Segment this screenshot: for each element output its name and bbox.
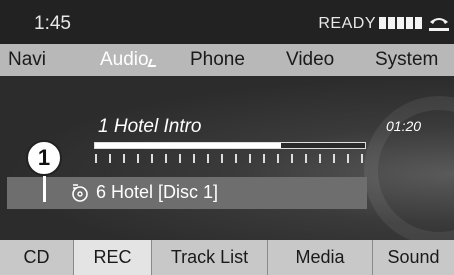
track-title: 1 Hotel Intro [98,116,202,137]
progress-tick [95,154,97,163]
progress-fill [95,143,282,148]
progress-ticks [95,154,367,164]
progress-tick [277,154,279,163]
progress-tick [137,154,139,163]
progress-tick [347,154,349,163]
progress-tick [291,154,293,163]
callout-number: 1 [37,145,51,170]
signal-bars-icon [379,17,422,29]
progress-bar [94,142,366,149]
cd-disc-icon [72,184,88,202]
menu-item-phone[interactable]: Phone [190,49,245,71]
progress-tick [165,154,167,163]
progress-tick [361,154,363,163]
main-menu: Navi Audio Phone Video System [0,44,454,76]
audio-screen: 1:45 READY Navi Audio Phone Video System… [0,0,454,275]
progress-tick [249,154,251,163]
album-label: 6 Hotel [Disc 1] [96,182,219,202]
progress-tick [333,154,335,163]
progress-tick [263,154,265,163]
menu-item-audio[interactable]: Audio [100,49,149,71]
progress-tick [235,154,237,163]
menu-item-navi[interactable]: Navi [8,49,46,71]
now-playing-panel: 1 Hotel Intro 01:20 6 Hotel [Disc 1] 1 [0,76,454,246]
progress-tick [319,154,321,163]
softkey-sound[interactable]: Sound [373,240,454,275]
softkey-track-list[interactable]: Track List [152,240,267,275]
status-bar: 1:45 READY [0,0,454,44]
album-row[interactable]: 6 Hotel [Disc 1] [7,177,367,209]
menu-item-system[interactable]: System [375,49,438,71]
progress-tick [193,154,195,163]
progress-tick [151,154,153,163]
menu-item-video[interactable]: Video [286,49,334,71]
softkey-bar: CD REC Track List Media Sound [0,240,454,275]
progress-tick [179,154,181,163]
softkey-cd[interactable]: CD [0,240,73,275]
progress-tick [305,154,307,163]
callout-marker: 1 [26,140,62,176]
ready-indicator: READY [318,15,376,32]
elapsed-time: 01:20 [386,118,422,134]
progress-tick [123,154,125,163]
softkey-media[interactable]: Media [268,240,372,275]
progress-tick [109,154,111,163]
progress-tick [207,154,209,163]
progress-tick [221,154,223,163]
callout-line [43,176,46,202]
softkey-rec[interactable]: REC [74,240,151,275]
clock: 1:45 [34,13,71,34]
phone-icon [429,18,449,31]
